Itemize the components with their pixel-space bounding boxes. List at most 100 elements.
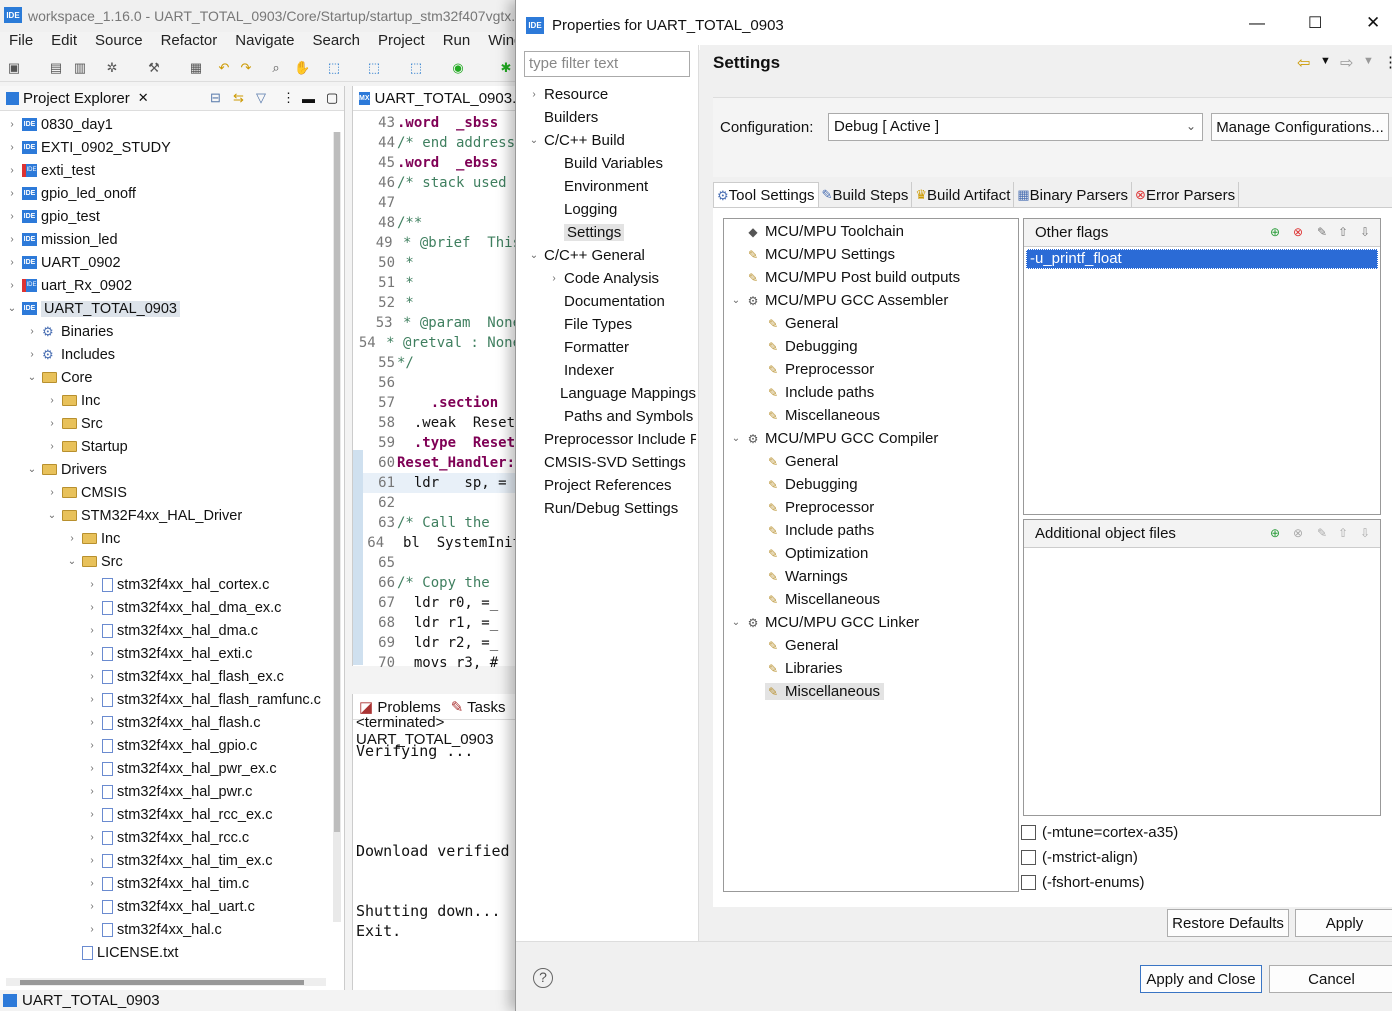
expand-toggle-icon[interactable]: › bbox=[6, 165, 18, 176]
back-dropdown-icon[interactable]: ▼ bbox=[1320, 55, 1331, 67]
tree-item[interactable]: LICENSE.txt bbox=[0, 941, 330, 964]
view-menu-icon[interactable]: ⋮ bbox=[282, 90, 295, 106]
tree-item[interactable]: › stm32f4xx_hal_flash_ex.c bbox=[0, 665, 330, 688]
filter-icon[interactable]: ▽ bbox=[256, 90, 266, 106]
tree-item[interactable]: › Inc bbox=[0, 389, 330, 412]
nav-item[interactable]: Preprocessor Include Paths bbox=[524, 428, 696, 451]
tab-binary-parsers[interactable]: ▦ Binary Parsers bbox=[1014, 182, 1133, 208]
close-icon[interactable]: ✕ bbox=[138, 90, 149, 106]
tree-item[interactable]: › IDE exti_test bbox=[0, 159, 330, 182]
tool-tree-item[interactable]: ✎ Optimization bbox=[724, 542, 1018, 565]
tree-item[interactable]: › stm32f4xx_hal.c bbox=[0, 918, 330, 941]
project-explorer-title[interactable]: Project Explorer bbox=[23, 90, 130, 107]
settings-icon[interactable]: ✲ bbox=[104, 60, 120, 76]
tree-item[interactable]: › stm32f4xx_hal_pwr.c bbox=[0, 780, 330, 803]
tree-item[interactable]: › stm32f4xx_hal_rcc.c bbox=[0, 826, 330, 849]
nav-item[interactable]: Logging bbox=[524, 198, 696, 221]
mtune-checkbox[interactable]: (-mtune=cortex-a35) bbox=[1021, 821, 1178, 843]
maximize-icon[interactable]: ☐ bbox=[1308, 13, 1322, 33]
expand-toggle-icon[interactable]: › bbox=[86, 671, 98, 682]
tool-tree-item[interactable]: ⌄ ⚙ MCU/MPU GCC Assembler bbox=[724, 289, 1018, 312]
tree-item[interactable]: › CMSIS bbox=[0, 481, 330, 504]
profile-icon[interactable]: ⬚ bbox=[366, 60, 382, 76]
back-icon[interactable]: ⇦ bbox=[1297, 53, 1310, 73]
expand-toggle-icon[interactable]: › bbox=[86, 878, 98, 889]
expand-toggle-icon[interactable]: › bbox=[86, 809, 98, 820]
restore-defaults-button[interactable]: Restore Defaults bbox=[1167, 909, 1289, 937]
expand-toggle-icon[interactable]: › bbox=[26, 349, 38, 360]
expand-toggle-icon[interactable]: › bbox=[86, 694, 98, 705]
filter-input[interactable]: type filter text bbox=[524, 51, 690, 77]
tree-item[interactable]: › Inc bbox=[0, 527, 330, 550]
move-up-icon[interactable]: ⇧ bbox=[1336, 526, 1350, 540]
checkbox-box[interactable] bbox=[1021, 824, 1036, 840]
forward-dropdown-icon[interactable]: ▼ bbox=[1363, 55, 1374, 67]
menu-item-file[interactable]: File bbox=[0, 32, 42, 54]
tree-item[interactable]: › Startup bbox=[0, 435, 330, 458]
tree-item[interactable]: ⌄ Drivers bbox=[0, 458, 330, 481]
nav-item[interactable]: › Resource bbox=[524, 83, 696, 106]
menu-item-refactor[interactable]: Refactor bbox=[152, 32, 227, 54]
tree-item[interactable]: › ⚙ Includes bbox=[0, 343, 330, 366]
expand-toggle-icon[interactable]: › bbox=[6, 257, 18, 268]
checkbox-box[interactable] bbox=[1021, 874, 1036, 890]
expand-toggle-icon[interactable]: › bbox=[86, 625, 98, 636]
new-file-icon[interactable]: ⬚ bbox=[408, 60, 424, 76]
close-icon[interactable]: ✕ bbox=[1366, 13, 1380, 33]
tool-tree-item[interactable]: ✎ General bbox=[724, 450, 1018, 473]
collapse-all-icon[interactable]: ⊟ bbox=[210, 90, 221, 106]
forward-icon[interactable]: ⇨ bbox=[1340, 53, 1353, 73]
code-lines[interactable]: 43 .word _sbss 44/* end address 45 .word _eb… bbox=[353, 113, 521, 673]
console-tab-problems[interactable]: ◪ Problems bbox=[359, 698, 441, 716]
expand-toggle-icon[interactable]: › bbox=[86, 763, 98, 774]
menu-item-source[interactable]: Source bbox=[86, 32, 152, 54]
tool-tree-item[interactable]: ✎ Preprocessor bbox=[724, 496, 1018, 519]
expand-toggle-icon[interactable]: › bbox=[86, 832, 98, 843]
tree-item[interactable]: ⌄ Src bbox=[0, 550, 330, 573]
expand-toggle-icon[interactable]: › bbox=[6, 119, 18, 130]
move-up-icon[interactable]: ⇧ bbox=[1336, 225, 1350, 239]
tool-tree-item[interactable]: ✎ General bbox=[724, 312, 1018, 335]
expand-toggle-icon[interactable]: ⌄ bbox=[727, 295, 745, 306]
nav-item[interactable]: Project References bbox=[524, 474, 696, 497]
mstrict-align-checkbox[interactable]: (-mstrict-align) bbox=[1021, 846, 1138, 868]
expand-toggle-icon[interactable]: › bbox=[86, 924, 98, 935]
expand-toggle-icon[interactable]: › bbox=[86, 717, 98, 728]
nav-item[interactable]: ⌄ C/C++ Build bbox=[524, 129, 696, 152]
link-editor-icon[interactable]: ⇆ bbox=[233, 90, 244, 106]
nav-item[interactable]: Builders bbox=[524, 106, 696, 129]
maximize-icon[interactable]: ▢ bbox=[326, 90, 338, 106]
tool-tree-item[interactable]: ✎ Libraries bbox=[724, 657, 1018, 680]
tree-item[interactable]: › stm32f4xx_hal_tim.c bbox=[0, 872, 330, 895]
nav-item[interactable]: Environment bbox=[524, 175, 696, 198]
tree-item[interactable]: › stm32f4xx_hal_gpio.c bbox=[0, 734, 330, 757]
hand-icon[interactable]: ✋ bbox=[294, 60, 310, 76]
flag-item[interactable]: -u_printf_float bbox=[1026, 249, 1378, 269]
tab-build-steps[interactable]: ✎ Build Steps bbox=[819, 182, 913, 208]
tree-item[interactable]: › IDE gpio_led_onoff bbox=[0, 182, 330, 205]
tab-error-parsers[interactable]: ⊗ Error Parsers bbox=[1132, 182, 1240, 208]
redo-icon[interactable]: ↷ bbox=[238, 60, 254, 76]
expand-toggle-icon[interactable]: › bbox=[86, 602, 98, 613]
expand-toggle-icon[interactable]: › bbox=[86, 740, 98, 751]
editor-tab[interactable]: MX UART_TOTAL_0903.ioc bbox=[353, 86, 535, 111]
tab-tool-settings[interactable]: ⚙ Tool Settings bbox=[713, 182, 819, 208]
add-icon[interactable]: ⊕ bbox=[1268, 225, 1282, 239]
binary-icon[interactable]: ▦ bbox=[188, 60, 204, 76]
tree-item[interactable]: › stm32f4xx_hal_tim_ex.c bbox=[0, 849, 330, 872]
expand-toggle-icon[interactable]: ⌄ bbox=[524, 135, 544, 146]
nav-item[interactable]: Run/Debug Settings bbox=[524, 497, 696, 520]
expand-toggle-icon[interactable]: › bbox=[86, 901, 98, 912]
tool-tree-item[interactable]: ✎ Warnings bbox=[724, 565, 1018, 588]
debug-icon[interactable]: ⬚ bbox=[326, 60, 342, 76]
tree-item[interactable]: › stm32f4xx_hal_flash.c bbox=[0, 711, 330, 734]
tree-item[interactable]: › IDE 0830_day1 bbox=[0, 113, 330, 136]
expand-toggle-icon[interactable]: › bbox=[86, 786, 98, 797]
expand-toggle-icon[interactable]: ⌄ bbox=[524, 250, 544, 261]
minimize-icon[interactable]: ▬ bbox=[302, 91, 315, 106]
nav-item[interactable]: › Code Analysis bbox=[524, 267, 696, 290]
apply-button[interactable]: Apply bbox=[1295, 909, 1392, 937]
nav-item[interactable]: Indexer bbox=[524, 359, 696, 382]
menu-item-edit[interactable]: Edit bbox=[42, 32, 86, 54]
search-icon[interactable]: ⌕ bbox=[268, 60, 284, 76]
